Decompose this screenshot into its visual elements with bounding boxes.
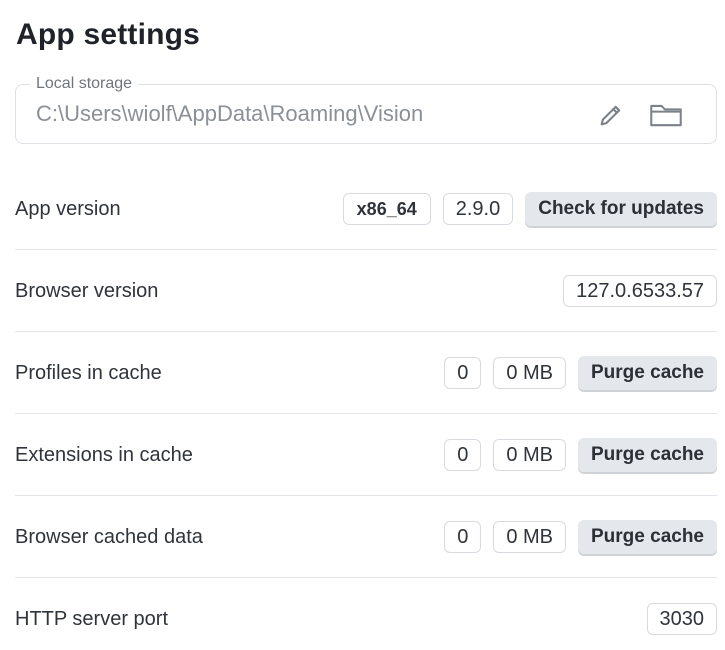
profiles-cache-row: Profiles in cache 0 0 MB Purge cache — [15, 332, 717, 414]
local-storage-path[interactable]: C:\Users\wiolf\AppData\Roaming\Vision — [36, 101, 423, 127]
profiles-count: 0 — [444, 357, 482, 389]
app-version-value: 2.9.0 — [442, 193, 514, 225]
http-port-value[interactable]: 3030 — [646, 603, 717, 635]
purge-profiles-button[interactable]: Purge cache — [578, 356, 717, 390]
browser-cached-label: Browser cached data — [15, 526, 203, 548]
folder-icon[interactable] — [649, 99, 683, 131]
browser-cached-row: Browser cached data 0 0 MB Purge cache — [15, 496, 717, 578]
http-port-row: HTTP server port 3030 — [15, 578, 717, 650]
check-updates-button[interactable]: Check for updates — [525, 192, 717, 226]
page-title: App settings — [16, 18, 201, 51]
browser-cached-size: 0 MB — [493, 521, 566, 553]
app-version-label: App version — [15, 198, 121, 220]
browser-version-row: Browser version 127.0.6533.57 — [15, 250, 717, 332]
local-storage-field[interactable]: Local storage C:\Users\wiolf\AppData\Roa… — [15, 75, 717, 144]
browser-cached-count: 0 — [444, 521, 482, 553]
extensions-cache-label: Extensions in cache — [15, 444, 193, 466]
arch-badge: x86_64 — [342, 193, 431, 225]
extensions-size: 0 MB — [493, 439, 566, 471]
pencil-icon[interactable] — [594, 99, 628, 131]
browser-version-value: 127.0.6533.57 — [563, 275, 717, 307]
purge-extensions-button[interactable]: Purge cache — [578, 438, 717, 472]
local-storage-label: Local storage — [30, 75, 139, 93]
http-port-label: HTTP server port — [15, 608, 168, 630]
app-version-row: App version x86_64 2.9.0 Check for updat… — [15, 168, 717, 250]
browser-version-label: Browser version — [15, 280, 159, 302]
extensions-cache-row: Extensions in cache 0 0 MB Purge cache — [15, 414, 717, 496]
extensions-count: 0 — [444, 439, 482, 471]
profiles-size: 0 MB — [493, 357, 566, 389]
purge-browser-data-button[interactable]: Purge cache — [578, 520, 717, 554]
profiles-cache-label: Profiles in cache — [15, 362, 162, 384]
